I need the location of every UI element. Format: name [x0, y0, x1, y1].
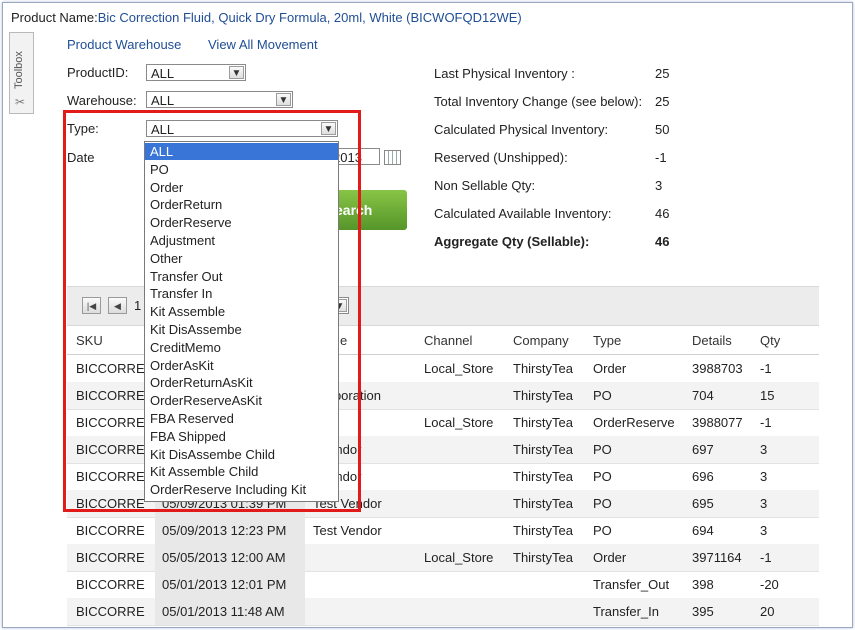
cell-qty: -1: [760, 361, 772, 376]
calendar-icon[interactable]: [384, 150, 401, 165]
cell-type: PO: [593, 496, 612, 511]
table-row[interactable]: BICCORRE 05/01/2013 12:01 PM Transfer_Out 3…: [67, 571, 819, 599]
cell-qty: 20: [760, 604, 775, 619]
cell-type: Order: [593, 550, 627, 565]
table-row[interactable]: BICCORRE 05/05/2013 12:00 AM Local_Store Th…: [67, 544, 819, 572]
cell-company: ThirstyTea: [513, 550, 573, 565]
col-company[interactable]: Company: [513, 333, 569, 348]
summary-value: 46: [655, 234, 670, 249]
summary-value: 3: [655, 178, 663, 193]
cell-type: PO: [593, 469, 612, 484]
cell-sku: BICCORRE: [76, 523, 145, 538]
cell-company: ThirstyTea: [513, 442, 573, 457]
toolbox-tab[interactable]: Toolbox ✂: [9, 32, 34, 114]
cell-sku: BICCORRE: [76, 604, 145, 619]
cell-details: 697: [692, 442, 714, 457]
product-id-value: ALL: [151, 66, 175, 81]
cell-date: 05/01/2013 12:01 PM: [162, 577, 287, 592]
cell-company: ThirstyTea: [513, 523, 573, 538]
summary-label: Last Physical Inventory :: [434, 66, 575, 81]
cell-qty: -1: [760, 550, 772, 565]
cell-type: Transfer_In: [593, 604, 659, 619]
summary-value: -1: [655, 150, 667, 165]
cell-details: 395: [692, 604, 714, 619]
cell-type: PO: [593, 388, 612, 403]
col-channel[interactable]: Channel: [424, 333, 472, 348]
product-id-select[interactable]: ALL ▼: [146, 64, 246, 81]
cell-date: 05/05/2013 12:00 AM: [162, 550, 286, 565]
product-name-label: Product Name:: [11, 10, 98, 25]
cell-qty: 15: [760, 388, 775, 403]
view-all-movement-link[interactable]: View All Movement: [208, 37, 318, 52]
cell-party: Test Vendor: [313, 523, 382, 538]
cell-company: ThirstyTea: [513, 415, 573, 430]
summary-label: Aggregate Qty (Sellable):: [434, 234, 590, 249]
cell-type: PO: [593, 442, 612, 457]
cell-details: 694: [692, 523, 714, 538]
summary-value: 25: [655, 66, 670, 81]
summary-value: 25: [655, 94, 670, 109]
cell-date: 05/09/2013 12:23 PM: [162, 523, 287, 538]
cell-company: ThirstyTea: [513, 388, 573, 403]
cell-company: ThirstyTea: [513, 361, 573, 376]
cell-type: Transfer_Out: [593, 577, 670, 592]
cell-type: Order: [593, 361, 627, 376]
table-row[interactable]: BICCORRE 05/01/2013 11:48 AM Transfer_In 39…: [67, 598, 819, 626]
cell-channel: Local_Store: [424, 415, 494, 430]
cell-company: ThirstyTea: [513, 469, 573, 484]
summary-label: Calculated Physical Inventory:: [434, 122, 609, 137]
cell-details: 3988077: [692, 415, 743, 430]
cell-company: ThirstyTea: [513, 496, 573, 511]
col-details[interactable]: Details: [692, 333, 732, 348]
summary-value: 46: [655, 206, 670, 221]
warehouse-select[interactable]: ALL ▼: [146, 91, 293, 108]
cell-date: 05/01/2013 11:48 AM: [162, 604, 285, 619]
cell-type: OrderReserve: [593, 415, 675, 430]
summary-label: Non Sellable Qty:: [434, 178, 536, 193]
summary-label: Reserved (Unshipped):: [434, 150, 568, 165]
product-warehouse-link[interactable]: Product Warehouse: [67, 37, 181, 52]
product-name-value: Bic Correction Fluid, Quick Dry Formula,…: [97, 10, 522, 25]
cell-channel: Local_Store: [424, 361, 494, 376]
cell-details: 3988703: [692, 361, 743, 376]
cell-type: PO: [593, 523, 612, 538]
cell-sku: BICCORRE: [76, 577, 145, 592]
col-qty[interactable]: Qty: [760, 333, 780, 348]
cell-details: 398: [692, 577, 714, 592]
cell-channel: Local_Store: [424, 550, 494, 565]
summary-label: Total Inventory Change (see below):: [434, 94, 643, 109]
cell-qty: 3: [760, 469, 768, 484]
cell-details: 695: [692, 496, 714, 511]
product-id-label: ProductID:: [67, 65, 129, 80]
tools-icon: ✂: [15, 95, 26, 109]
product-name-line: Product Name:Bic Correction Fluid, Quick…: [11, 10, 522, 25]
summary-value: 50: [655, 122, 670, 137]
cell-qty: -20: [760, 577, 779, 592]
cell-details: 3971164: [692, 550, 742, 565]
summary-label: Calculated Available Inventory:: [434, 206, 612, 221]
cell-qty: 3: [760, 523, 768, 538]
highlight-box: [63, 110, 361, 512]
cell-details: 696: [692, 469, 714, 484]
col-type[interactable]: Type: [593, 333, 621, 348]
cell-qty: -1: [760, 415, 772, 430]
cell-qty: 3: [760, 442, 768, 457]
warehouse-label: Warehouse:: [67, 93, 137, 108]
chevron-down-icon: ▼: [276, 93, 291, 106]
cell-qty: 3: [760, 496, 768, 511]
table-row[interactable]: BICCORRE 05/09/2013 12:23 PM Test Vendor Th…: [67, 517, 819, 545]
chevron-down-icon: ▼: [229, 66, 244, 79]
warehouse-value: ALL: [151, 93, 175, 108]
cell-sku: BICCORRE: [76, 550, 145, 565]
toolbox-label: Toolbox: [13, 51, 25, 89]
cell-details: 704: [692, 388, 714, 403]
